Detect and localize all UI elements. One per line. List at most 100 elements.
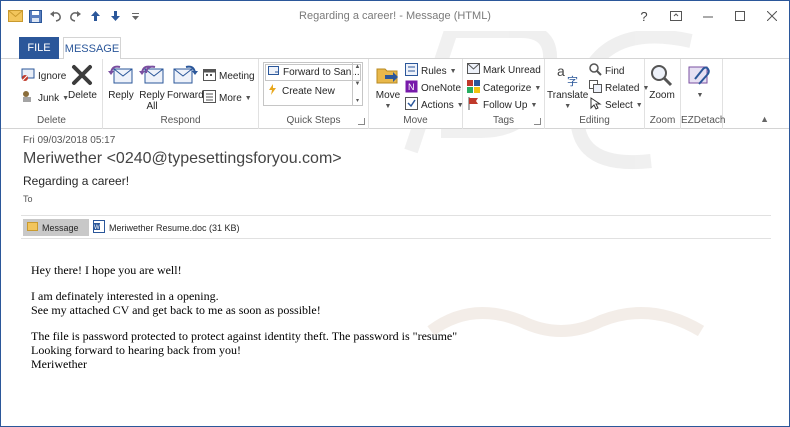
tab-message[interactable]: MESSAGE xyxy=(63,37,121,60)
find-button[interactable]: Find xyxy=(589,63,624,79)
move-button[interactable]: Move ▼ xyxy=(375,63,401,112)
chevron-down-icon: ▼ xyxy=(530,101,538,109)
forward-icon xyxy=(173,65,199,84)
svg-text:N: N xyxy=(408,82,415,92)
attachment-bar: Message W Meriwether Resume.doc (31 KB) xyxy=(21,215,771,239)
reply-button[interactable]: Reply xyxy=(108,63,134,101)
body-line: Looking forward to hearing back from you… xyxy=(31,343,241,357)
ignore-icon xyxy=(21,68,35,84)
message-tab[interactable]: Message xyxy=(23,219,89,236)
follow-up-button[interactable]: Follow Up ▼ xyxy=(467,97,537,113)
chevron-down-icon: ▼ xyxy=(534,84,542,92)
attachment-file[interactable]: W Meriwether Resume.doc (31 KB) xyxy=(93,220,240,235)
lightning-icon xyxy=(267,84,279,98)
delete-button[interactable]: Delete xyxy=(68,63,97,101)
folder-move-icon xyxy=(376,68,398,84)
actions-button[interactable]: Actions ▼ xyxy=(405,97,464,113)
forward-mail-icon xyxy=(268,66,280,79)
related-icon xyxy=(589,80,602,96)
quick-steps-gallery: Forward to San... Create New ▲ ▼ ▾ xyxy=(263,62,363,106)
maximize-icon[interactable] xyxy=(731,7,749,25)
flag-icon xyxy=(467,97,480,113)
to-label: To xyxy=(23,194,33,204)
respond-group: Reply Reply All Forward Meeting More ▼ R… xyxy=(103,59,259,129)
quick-steps-group: Forward to San... Create New ▲ ▼ ▾ Quick… xyxy=(259,59,369,129)
message-body: Hey there! I hope you are well! I am def… xyxy=(31,263,457,383)
delete-icon xyxy=(72,65,93,85)
window-controls: ? xyxy=(635,7,781,25)
outlook-message-window: Regarding a career! - Message (HTML) ? F… xyxy=(0,0,790,427)
paperclip-icon xyxy=(688,66,710,85)
quick-step-create-new[interactable]: Create New xyxy=(264,82,362,100)
categorize-icon xyxy=(467,80,480,96)
chevron-down-icon: ▼ xyxy=(635,101,643,109)
reply-icon xyxy=(108,65,133,84)
close-icon[interactable] xyxy=(763,7,781,25)
ezdetach-group: ▼ EZDetach xyxy=(681,59,725,129)
cursor-icon xyxy=(589,97,602,113)
chevron-down-icon: ▼ xyxy=(564,103,572,110)
body-line: Hey there! I hope you are well! xyxy=(31,263,182,277)
body-line: See my attached CV and get back to me as… xyxy=(31,303,321,317)
ribbon-tabs: FILE MESSAGE xyxy=(1,37,789,60)
tab-file[interactable]: FILE xyxy=(19,37,59,59)
onenote-icon: N xyxy=(405,80,418,96)
ezdetach-button[interactable]: ▼ xyxy=(687,63,713,101)
message-header: Fri 09/03/2018 05:17 Meriwether <0240@ty… xyxy=(1,129,789,215)
find-icon xyxy=(589,63,602,79)
categorize-button[interactable]: Categorize ▼ xyxy=(467,80,541,96)
actions-icon xyxy=(405,97,418,113)
title-bar: Regarding a career! - Message (HTML) ? xyxy=(1,1,789,31)
quick-steps-launcher[interactable] xyxy=(358,118,365,125)
svg-text:字: 字 xyxy=(567,74,578,87)
chevron-down-icon: ▼ xyxy=(696,92,704,99)
onenote-button[interactable]: N OneNote xyxy=(405,80,461,96)
svg-text:a: a xyxy=(557,63,565,79)
envelope-icon xyxy=(27,222,38,233)
collapse-ribbon-icon[interactable]: ▲ xyxy=(760,114,769,124)
magnifier-icon xyxy=(651,65,673,87)
meeting-button[interactable]: Meeting xyxy=(203,68,255,84)
translate-button[interactable]: a字 Translate ▼ xyxy=(547,63,588,112)
expand-icon[interactable]: ▾ xyxy=(356,97,359,104)
more-icon xyxy=(203,90,216,106)
zoom-group: Zoom Zoom xyxy=(645,59,681,129)
select-button[interactable]: Select ▼ xyxy=(589,97,643,113)
rules-button[interactable]: Rules ▼ xyxy=(405,63,457,79)
forward-button[interactable]: Forward xyxy=(167,63,204,101)
quick-steps-scrollbar[interactable]: ▲ ▼ ▾ xyxy=(352,63,362,105)
svg-text:W: W xyxy=(94,225,100,231)
sent-date: Fri 09/03/2018 05:17 xyxy=(23,135,116,146)
chevron-down-icon[interactable]: ▼ xyxy=(355,81,361,87)
envelope-icon xyxy=(467,63,480,77)
chevron-down-icon: ▼ xyxy=(449,67,457,75)
word-doc-icon: W xyxy=(93,220,105,235)
rules-icon xyxy=(405,63,418,79)
help-icon[interactable]: ? xyxy=(635,7,653,25)
minimize-icon[interactable] xyxy=(699,7,717,25)
reply-all-icon xyxy=(139,65,164,84)
related-button[interactable]: Related ▼ xyxy=(589,80,649,96)
junk-button[interactable]: Junk ▼ xyxy=(21,90,69,106)
more-respond-button[interactable]: More ▼ xyxy=(203,90,252,106)
restore-ribbon-icon[interactable] xyxy=(667,7,685,25)
move-group: Move ▼ Rules ▼ N OneNote Actions ▼ Move xyxy=(369,59,464,129)
chevron-down-icon: ▼ xyxy=(384,103,392,110)
body-line: I am definately interested in a opening. xyxy=(31,289,219,303)
tags-group: Mark Unread Categorize ▼ Follow Up ▼ Tag… xyxy=(463,59,545,129)
sender[interactable]: Meriwether <0240@typesettingsforyou.com> xyxy=(23,150,342,168)
translate-icon: a字 xyxy=(557,63,578,87)
calendar-icon xyxy=(203,68,216,84)
ribbon: Ignore Junk ▼ Delete Delete Reply Reply … xyxy=(1,59,789,129)
reply-all-button[interactable]: Reply All xyxy=(139,63,165,112)
delete-group: Ignore Junk ▼ Delete Delete xyxy=(1,59,103,129)
ignore-button[interactable]: Ignore xyxy=(21,68,66,84)
zoom-button[interactable]: Zoom xyxy=(649,63,675,101)
tags-launcher[interactable] xyxy=(534,118,541,125)
chevron-up-icon[interactable]: ▲ xyxy=(355,64,361,70)
subject: Regarding a career! xyxy=(23,174,130,188)
junk-icon xyxy=(21,90,35,106)
body-line: Meriwether xyxy=(31,357,87,371)
mark-unread-button[interactable]: Mark Unread xyxy=(467,63,541,77)
quick-step-forward[interactable]: Forward to San... xyxy=(265,64,361,81)
